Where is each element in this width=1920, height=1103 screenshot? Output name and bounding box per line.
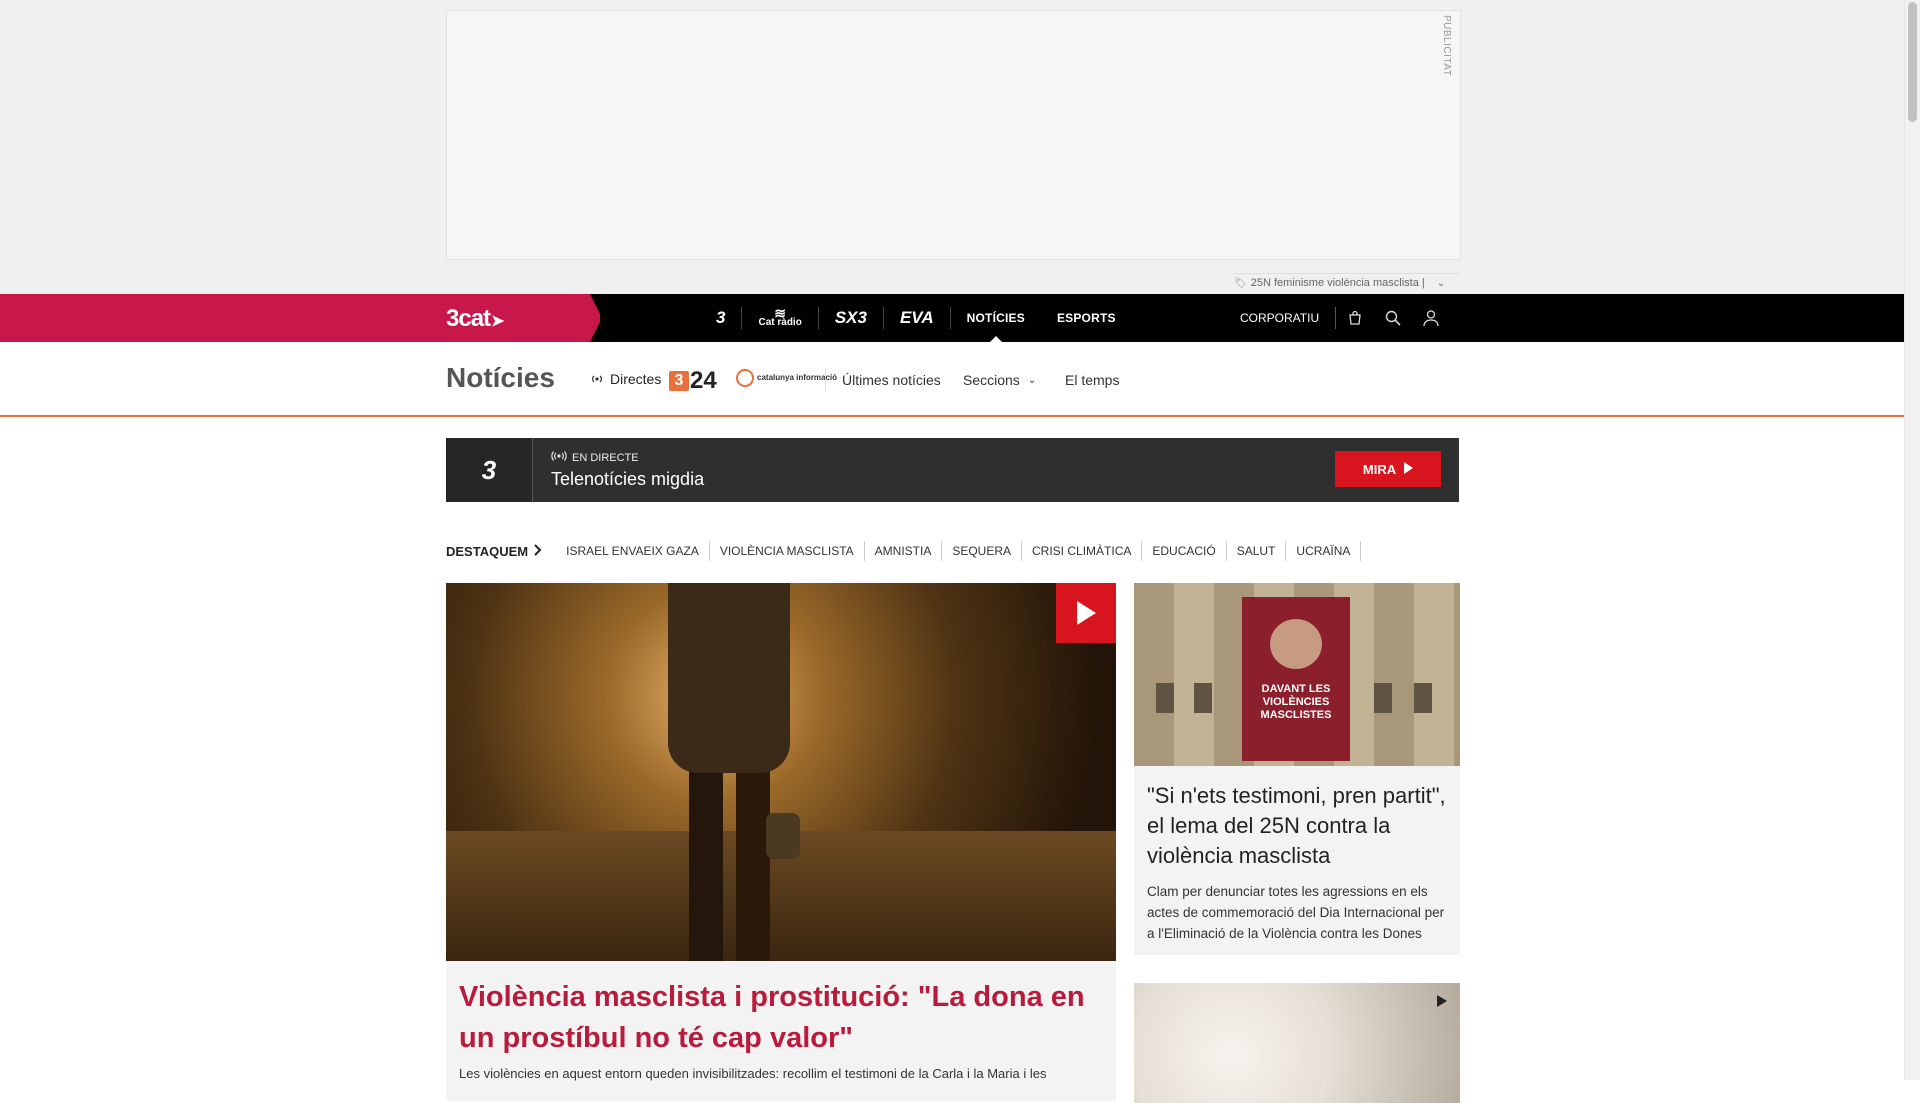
broadcast-icon: [551, 451, 567, 464]
channel-324-logo[interactable]: 3 24: [669, 367, 717, 395]
channel-eva[interactable]: EVA: [884, 307, 951, 329]
play-icon: [1403, 461, 1414, 477]
brand-block: [0, 294, 600, 342]
window-shape: [1156, 683, 1174, 713]
channel-eva-label: EVA: [899, 308, 934, 327]
page-scrollbar[interactable]: [1904, 0, 1920, 1080]
figure-bag: [766, 813, 800, 859]
main-nav: 3cat➤ 3 ≋ Cat ràdio SX3 EVA NOTÍCIES ESPO…: [0, 294, 1904, 342]
logo-324-number: 24: [690, 367, 717, 394]
hero-article-description: Les violències en aquest entorn queden i…: [459, 1066, 1047, 1081]
seccions-label: Seccions: [963, 372, 1020, 388]
ultimes-noticies-link[interactable]: Últimes notícies: [842, 372, 941, 388]
live-program-title[interactable]: Telenotícies migdia: [551, 469, 704, 490]
corporatiu-link[interactable]: CORPORATIU: [1240, 307, 1337, 329]
channel-3-label: 3: [716, 308, 726, 327]
side-article-title[interactable]: "Si n'ets testimoni, pren partit", el le…: [1147, 781, 1452, 871]
nav-noticies[interactable]: NOTÍCIES: [951, 294, 1041, 342]
directes-label: Directes: [610, 371, 662, 387]
channel-3[interactable]: 3: [700, 307, 743, 329]
ad-area: PUBLICITAT 🏷 25N feminisme violència mas…: [0, 0, 1904, 294]
hero-article-title[interactable]: Violència masclista i prostitució: "La d…: [459, 977, 1109, 1059]
seccions-dropdown[interactable]: Seccions ⌄: [963, 372, 1036, 388]
topic-tagline[interactable]: 🏷 25N feminisme violència masclista | ⌄: [1234, 273, 1459, 289]
ad-slot[interactable]: PUBLICITAT: [446, 10, 1461, 260]
video-play-icon[interactable]: [1430, 989, 1454, 1013]
hero-video-play-icon[interactable]: [1056, 583, 1116, 643]
poster-face: [1270, 619, 1322, 669]
shop-icon[interactable]: [1336, 310, 1374, 326]
side-article-description: Clam per denunciar totes les agressions …: [1147, 884, 1445, 941]
brand-logo[interactable]: 3cat➤: [446, 305, 504, 333]
live-tag-label: EN DIRECTE: [572, 451, 639, 464]
banner-poster: DAVANT LES VIOLÈNCIES MASCLISTES: [1242, 597, 1350, 761]
tag-educacio[interactable]: EDUCACIÓ: [1142, 541, 1227, 561]
side-article-2-image[interactable]: [1134, 983, 1460, 1103]
nav-esports[interactable]: ESPORTS: [1041, 294, 1132, 342]
channel-list: 3 ≋ Cat ràdio SX3 EVA NOTÍCIES ESPORTS: [700, 294, 1132, 342]
tag-ucraina[interactable]: UCRAÏNA: [1286, 541, 1362, 561]
directes-link[interactable]: Directes: [590, 371, 661, 387]
tag-salut[interactable]: SALUT: [1227, 541, 1287, 561]
destaquem-text: DESTAQUEM: [446, 543, 529, 559]
chevron-right-icon: [534, 543, 542, 559]
window-shape: [1374, 683, 1392, 713]
el-temps-link[interactable]: El temps: [1065, 372, 1119, 388]
user-icon[interactable]: [1412, 309, 1450, 327]
ad-label: PUBLICITAT: [1441, 15, 1452, 77]
destaquem-row: DESTAQUEM ISRAEL ENVAEIX GAZA VIOLÈNCIA …: [446, 541, 1362, 561]
tag-icon: 🏷: [1234, 277, 1247, 289]
nav-right: CORPORATIU: [1240, 294, 1450, 342]
figure-body: [668, 583, 790, 773]
destaquem-label[interactable]: DESTAQUEM: [446, 544, 542, 559]
channel-sx3-label: SX3: [834, 308, 867, 327]
catalunya-informacio-logo[interactable]: catalunya informació: [736, 369, 837, 387]
catinfo-circle-icon: [736, 369, 754, 387]
fur-texture: [1134, 983, 1460, 1103]
section-title[interactable]: Notícies: [446, 362, 555, 394]
section-header: Notícies Directes 3 24 catalunya informa…: [0, 342, 1904, 417]
mira-label: MIRA: [1362, 461, 1397, 477]
chevron-down-icon[interactable]: ⌄: [1437, 278, 1445, 289]
tag-violencia-masclista[interactable]: VIOLÈNCIA MASCLISTA: [710, 541, 865, 561]
window-shape: [1194, 683, 1212, 713]
side-article-card[interactable]: DAVANT LES VIOLÈNCIES MASCLISTES "Si n'e…: [1134, 583, 1460, 955]
logo-324-badge: 3: [669, 371, 689, 391]
tag-crisi-climatica[interactable]: CRISI CLIMÀTICA: [1022, 541, 1143, 561]
hero-article-card[interactable]: Violència masclista i prostitució: "La d…: [446, 961, 1116, 1101]
hero-article-image[interactable]: [446, 583, 1116, 961]
brand-arrow-icon: ➤: [491, 313, 504, 330]
tag-israel-envaeix-gaza[interactable]: ISRAEL ENVAEIX GAZA: [556, 541, 710, 561]
search-icon[interactable]: [1374, 310, 1412, 326]
window-shape: [1414, 683, 1432, 713]
mira-button[interactable]: MIRA: [1335, 451, 1441, 487]
channel-sx3[interactable]: SX3: [819, 307, 884, 329]
channel-catradio[interactable]: ≋ Cat ràdio: [742, 306, 819, 329]
tag-amnistia[interactable]: AMNISTIA: [865, 541, 943, 561]
subnav-divider: [825, 368, 826, 392]
chevron-down-icon: ⌄: [1027, 374, 1037, 386]
channel-catradio-label: Cat ràdio: [758, 317, 802, 328]
banner-text: DAVANT LES VIOLÈNCIES MASCLISTES: [1260, 683, 1332, 721]
live-tag: EN DIRECTE: [551, 451, 639, 464]
side-article-image[interactable]: DAVANT LES VIOLÈNCIES MASCLISTES: [1134, 583, 1460, 766]
live-bar[interactable]: 3 EN DIRECTE Telenotícies migdia MIRA: [446, 438, 1459, 502]
tag-sequera[interactable]: SEQUERA: [942, 541, 1023, 561]
brand-name: 3cat: [446, 305, 491, 332]
broadcast-icon: [590, 371, 604, 387]
scrollbar-thumb[interactable]: [1908, 2, 1917, 122]
tagline-text: 25N feminisme violència masclista |: [1250, 277, 1425, 289]
live-channel-logo: 3: [446, 438, 533, 502]
